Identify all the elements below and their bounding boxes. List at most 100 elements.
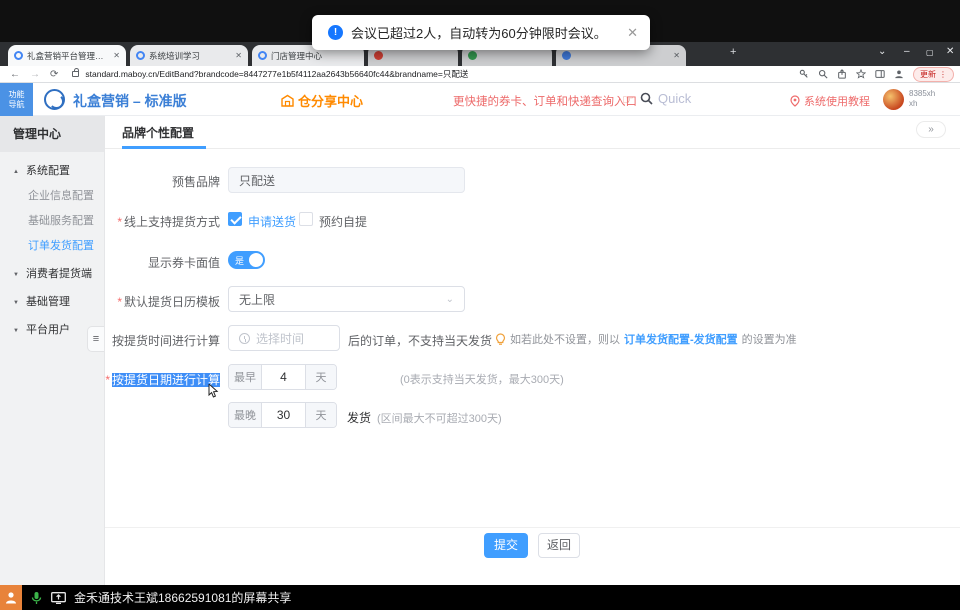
window-menu-icon[interactable]: ⌄: [878, 46, 886, 57]
site-favicon: [136, 51, 145, 60]
zoom-icon[interactable]: [818, 69, 828, 79]
site-favicon: [14, 51, 23, 60]
screen: 礼盒营销平台管理中心 ✕ 系统培训学习 ✕ 门店管理中心 ✕ + ⌄ – ▢ ✕…: [0, 0, 960, 610]
pointer-hand-icon: ☞: [622, 92, 634, 108]
pickup-method-label: 线上支持提货方式: [105, 213, 220, 230]
app-title: 礼盒营销 – 标准版: [73, 91, 187, 111]
sidebar-title: 管理中心: [0, 116, 104, 152]
hint-prefix: 如若此处不设置，则以: [510, 331, 620, 347]
sidebar: 管理中心 ▲系统配置 企业信息配置 基础服务配置 订单发货配置 ▼消费者提货端 …: [0, 116, 105, 585]
bookmark-star-icon[interactable]: [856, 69, 866, 79]
caret-up-icon: ▲: [13, 169, 26, 175]
sidebar-collapse-handle[interactable]: ≡: [87, 326, 104, 352]
quick-search[interactable]: Quick: [640, 91, 691, 106]
checkbox-delivery[interactable]: [228, 212, 242, 226]
window-minimize-icon[interactable]: –: [904, 46, 910, 57]
warehouse-share-center-link[interactable]: 仓分享中心: [281, 91, 363, 110]
earliest-unit: 天: [305, 365, 336, 389]
site-favicon: [258, 51, 267, 60]
hint-link[interactable]: 订单发货配置-发货配置: [624, 331, 738, 347]
sidebar-group-basic-management[interactable]: ▼基础管理: [0, 293, 104, 309]
caret-down-icon: ▼: [13, 328, 26, 334]
tab-close-icon[interactable]: ✕: [113, 51, 120, 60]
checkbox-delivery-label[interactable]: 申请送货: [248, 213, 296, 230]
calendar-template-value: 无上限: [239, 291, 275, 308]
sidebar-group-consumer-pickup[interactable]: ▼消费者提货端: [0, 265, 104, 281]
latest-unit: 天: [305, 403, 336, 427]
browser-update-button[interactable]: 更新 ⋮: [913, 67, 954, 82]
key-icon[interactable]: [799, 69, 809, 79]
group-label: 平台用户: [26, 324, 70, 336]
main-content: 品牌个性配置 » 预售品牌 只配送 线上支持提货方式 申请送货 预约自提 显示券…: [105, 116, 960, 585]
group-label: 基础管理: [26, 296, 70, 308]
screen-share-icon[interactable]: [51, 592, 66, 604]
site-favicon: [374, 51, 383, 60]
site-favicon: [468, 51, 477, 60]
user-avatar[interactable]: [883, 89, 904, 110]
search-icon: [640, 92, 653, 105]
checkbox-self-pickup-label[interactable]: 预约自提: [319, 213, 367, 230]
screen-share-bar: 金禾通技术王斌18662591081的屏幕共享: [0, 585, 960, 610]
shipping-config-hint: 如若此处不设置，则以订单发货配置-发货配置的设置为准: [495, 331, 797, 347]
sidebar-group-system-config[interactable]: ▲系统配置: [0, 162, 104, 178]
new-tab-button[interactable]: +: [730, 46, 736, 58]
caret-down-icon: ▼: [13, 272, 26, 278]
checkbox-self-pickup[interactable]: [299, 212, 313, 226]
panel-collapse-button[interactable]: »: [916, 121, 946, 138]
window-close-icon[interactable]: ✕: [946, 46, 954, 57]
quick-label: Quick: [658, 91, 691, 106]
presale-brand-input[interactable]: 只配送: [228, 167, 465, 193]
face-value-label: 显示券卡面值: [105, 254, 220, 271]
earliest-days-input[interactable]: 4: [262, 365, 305, 389]
back-button[interactable]: 返回: [538, 533, 580, 558]
date-calc-label: 按提货日期进行计算: [105, 371, 220, 388]
browser-url-bar: ← → ⟳ standard.maboy.cn/EditBand?brandco…: [0, 66, 960, 83]
latest-prefix: 最晚: [229, 403, 262, 427]
microphone-icon[interactable]: [31, 591, 42, 605]
tutorial-link[interactable]: 系统使用教程: [790, 93, 870, 109]
browser-tab-1[interactable]: 礼盒营销平台管理中心 ✕: [8, 45, 126, 66]
promo-link[interactable]: 更快捷的券卡、订单和快递查询入口: [453, 93, 637, 109]
function-nav-button[interactable]: 功能 导航: [0, 83, 33, 116]
earliest-prefix: 最早: [229, 365, 262, 389]
brand-logo-icon: [44, 89, 65, 110]
time-picker-input[interactable]: 选择时间: [228, 325, 340, 351]
lock-icon[interactable]: [72, 71, 79, 77]
earliest-days-group: 最早 4 天: [228, 364, 337, 390]
latest-after-text: 发货: [347, 409, 371, 426]
share-icon[interactable]: [837, 69, 847, 79]
profile-icon[interactable]: [894, 69, 904, 79]
sidebar-item-basic-service[interactable]: 基础服务配置: [28, 212, 94, 228]
warehouse-icon: [281, 94, 294, 107]
forward-icon[interactable]: →: [30, 69, 40, 80]
sidebar-item-order-shipping[interactable]: 订单发货配置: [28, 237, 94, 253]
calendar-template-select[interactable]: 无上限 ⌄: [228, 286, 465, 312]
mouse-cursor-icon: [208, 384, 220, 398]
site-favicon: [562, 51, 571, 60]
update-label: 更新: [920, 69, 936, 80]
sidebar-item-company-info[interactable]: 企业信息配置: [28, 187, 94, 203]
reload-icon[interactable]: ⟳: [50, 69, 58, 80]
screen-share-text: 金禾通技术王斌18662591081的屏幕共享: [74, 589, 291, 606]
side-panel-icon[interactable]: [875, 69, 885, 79]
browser-tab-2[interactable]: 系统培训学习 ✕: [130, 45, 248, 66]
window-maximize-icon[interactable]: ▢: [926, 48, 934, 57]
tab-close-icon[interactable]: ✕: [235, 51, 242, 60]
calendar-template-label: 默认提货日历模板: [105, 293, 220, 310]
lightbulb-icon: [495, 333, 506, 346]
latest-days-group: 最晚 30 天: [228, 402, 337, 428]
user-sub: xh: [909, 99, 935, 109]
tab-close-icon[interactable]: ✕: [673, 51, 680, 60]
banner-close-icon[interactable]: ✕: [627, 25, 638, 41]
chevron-down-icon: ⌄: [446, 294, 454, 305]
tab-brand-config[interactable]: 品牌个性配置: [122, 124, 194, 141]
back-icon[interactable]: ←: [10, 69, 20, 80]
presale-brand-label: 预售品牌: [105, 173, 220, 190]
caret-down-icon: ▼: [13, 300, 26, 306]
latest-note: (区间最大不可超过300天): [377, 410, 502, 426]
submit-button[interactable]: 提交: [484, 533, 528, 558]
address-url[interactable]: standard.maboy.cn/EditBand?brandcode=844…: [85, 68, 468, 80]
pin-icon: [790, 95, 800, 107]
face-value-toggle[interactable]: 是: [228, 251, 265, 269]
latest-days-input[interactable]: 30: [262, 403, 305, 427]
